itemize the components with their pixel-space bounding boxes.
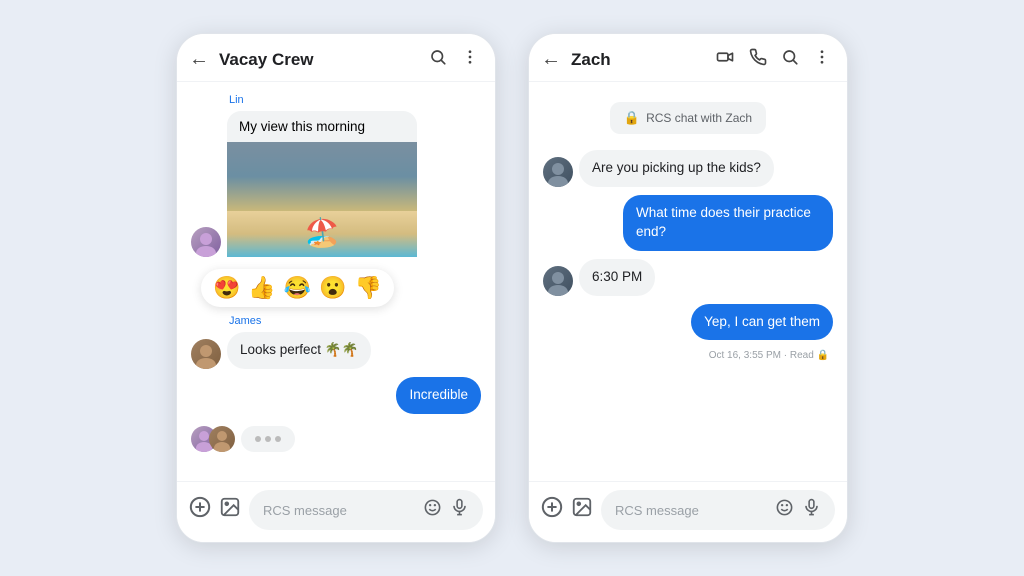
zach-avatar2 (543, 266, 573, 296)
zach-input-right-icons (775, 498, 821, 522)
phone2-header: ← Zach (529, 34, 847, 82)
back-button[interactable]: ← (189, 48, 209, 71)
mic-icon-zach[interactable] (802, 498, 821, 522)
outgoing-bubble1: What time does their practice end? (623, 195, 833, 251)
input-right-icons (423, 498, 469, 522)
beach-image (227, 142, 417, 257)
phone-icon[interactable] (749, 48, 767, 71)
zach-avatar1 (543, 157, 573, 187)
dot3 (275, 436, 281, 442)
typing-row (191, 426, 481, 452)
zach-bubble2: 6:30 PM (579, 259, 655, 296)
phone1-chat-body: Lin My view this morning 😍 👍 (177, 82, 495, 481)
emoji-laugh[interactable]: 😂 (284, 275, 311, 301)
lin-msg-group: Lin My view this morning (191, 94, 481, 257)
lin-msg-row: My view this morning (191, 111, 481, 257)
mic-icon[interactable] (450, 498, 469, 522)
phone1: ← Vacay Crew Lin (176, 33, 496, 543)
phone1-input-bar: RCS message (177, 481, 495, 542)
emoji-wow[interactable]: 😮 (319, 275, 346, 301)
plus-icon-zach[interactable] (541, 496, 563, 524)
lock-icon: 🔒 (624, 110, 640, 126)
message-input[interactable]: RCS message (249, 490, 483, 530)
james-bubble: Looks perfect 🌴🌴 (227, 332, 371, 369)
image-attach-icon-zach[interactable] (571, 496, 593, 524)
emoji-love[interactable]: 😍 (213, 275, 240, 301)
emoji-thumbsup[interactable]: 👍 (248, 275, 275, 301)
outgoing-msg1-row: What time does their practice end? (543, 195, 833, 251)
emoji-thumbsdown[interactable]: 👎 (355, 275, 382, 301)
image-attach-icon[interactable] (219, 496, 241, 524)
sender-lin: Lin (229, 94, 481, 106)
zach-chat-title: Zach (571, 50, 707, 70)
james-avatar (191, 339, 221, 369)
james-msg-group: James Looks perfect 🌴🌴 (191, 315, 481, 369)
search-icon-zach[interactable] (781, 48, 799, 71)
outgoing-bubble2: Yep, I can get them (691, 304, 833, 341)
header-icons (429, 48, 479, 71)
rcs-badge: 🔒 RCS chat with Zach (610, 102, 766, 134)
sender-james: James (229, 315, 481, 327)
menu-icon-zach[interactable] (813, 48, 831, 71)
dot2 (265, 436, 271, 442)
dot1 (255, 436, 261, 442)
incredible-bubble: Incredible (396, 377, 481, 414)
zach-header-icons (715, 48, 831, 71)
james-msg-row: Looks perfect 🌴🌴 (191, 332, 481, 369)
emoji-icon-zach[interactable] (775, 498, 794, 522)
phone2-input-bar: RCS message (529, 481, 847, 542)
plus-icon[interactable] (189, 496, 211, 524)
phones-container: ← Vacay Crew Lin (176, 33, 848, 543)
phone1-header: ← Vacay Crew (177, 34, 495, 82)
zach-message-input[interactable]: RCS message (601, 490, 835, 530)
outgoing-incredible-row: Incredible (191, 377, 481, 414)
lin-text-bubble: My view this morning (227, 111, 417, 142)
outgoing-msg2-row: Yep, I can get them (543, 304, 833, 341)
zach-bubble1: Are you picking up the kids? (579, 150, 774, 187)
zach-input-placeholder: RCS message (615, 503, 775, 518)
input-placeholder: RCS message (263, 503, 423, 518)
lin-avatar (191, 227, 221, 257)
zach-msg1-row: Are you picking up the kids? (543, 150, 833, 187)
menu-icon[interactable] (461, 48, 479, 71)
phone2-chat-body: 🔒 RCS chat with Zach Are you picking up … (529, 82, 847, 481)
typing-dots (241, 426, 295, 452)
reaction-bar: 😍 👍 😂 😮 👎 (201, 269, 394, 307)
typing-avatar2 (209, 426, 235, 452)
emoji-icon[interactable] (423, 498, 442, 522)
video-icon[interactable] (715, 48, 735, 71)
zach-msg2-row: 6:30 PM (543, 259, 833, 296)
chat-title: Vacay Crew (219, 50, 421, 70)
phone2: ← Zach 🔒 RCS cha (528, 33, 848, 543)
msg-timestamp: Oct 16, 3:55 PM · Read 🔒 (543, 350, 829, 361)
back-button-zach[interactable]: ← (541, 48, 561, 71)
search-icon[interactable] (429, 48, 447, 71)
typing-avatars (191, 426, 235, 452)
